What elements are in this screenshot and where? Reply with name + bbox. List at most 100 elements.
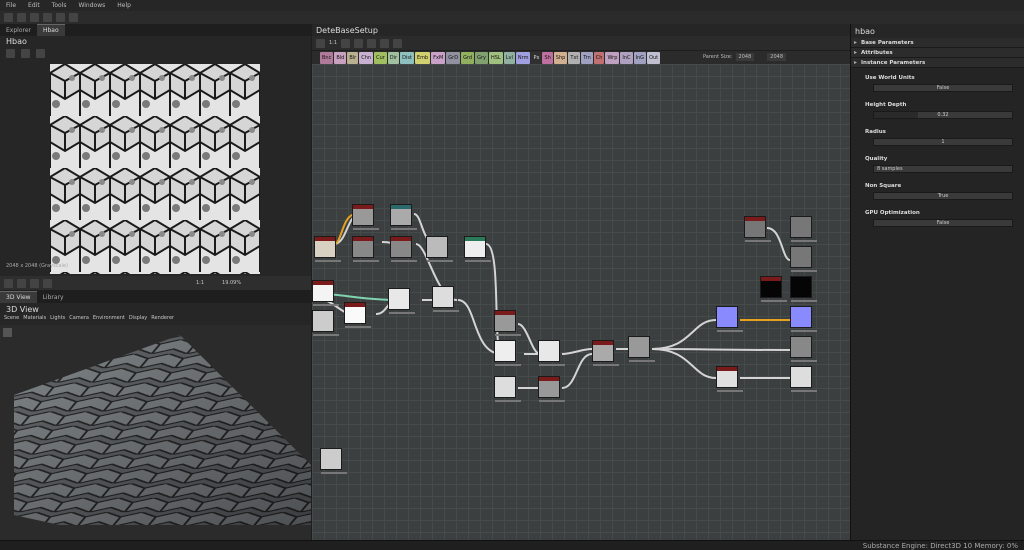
node-chip[interactable]: Sh xyxy=(542,51,553,64)
graph-node[interactable] xyxy=(538,376,565,402)
graph-node[interactable] xyxy=(790,336,817,362)
section-base-parameters[interactable]: Base Parameters xyxy=(851,38,1024,48)
node-chip[interactable]: Txt xyxy=(568,51,581,64)
graph-node[interactable] xyxy=(790,306,817,332)
graph-node[interactable] xyxy=(312,310,339,336)
graph-node[interactable] xyxy=(790,366,817,392)
graph-node[interactable] xyxy=(628,336,655,362)
graph-node[interactable] xyxy=(790,276,817,302)
graph-node[interactable] xyxy=(494,376,521,402)
grid-icon[interactable] xyxy=(17,278,26,288)
link-icon[interactable] xyxy=(367,38,377,48)
graph-node[interactable] xyxy=(344,302,371,328)
alpha-icon[interactable] xyxy=(30,278,39,288)
param-radius[interactable]: 1 xyxy=(873,138,1013,146)
node-chip[interactable]: Wrp xyxy=(605,51,620,64)
menu-camera[interactable]: Camera xyxy=(69,315,89,323)
size-select[interactable]: 2048 xyxy=(767,53,787,61)
menu-materials[interactable]: Materials xyxy=(23,315,46,323)
image-icon[interactable] xyxy=(6,49,15,58)
node-chip[interactable]: HSL xyxy=(488,51,503,64)
param-gpu-optimization[interactable]: False xyxy=(873,219,1013,227)
node-chip[interactable]: Shp xyxy=(553,51,568,64)
camera-tool-icon[interactable] xyxy=(3,328,12,337)
node-chip[interactable]: GrD xyxy=(446,51,461,64)
node-chip[interactable]: Out xyxy=(647,51,661,64)
tab-explorer[interactable]: Explorer xyxy=(0,25,37,36)
graph-node[interactable] xyxy=(744,216,771,242)
node-chip[interactable]: Cur xyxy=(374,51,387,64)
graph-node[interactable] xyxy=(494,340,521,366)
menu-help[interactable]: Help xyxy=(117,2,131,9)
graph-node[interactable] xyxy=(464,236,491,262)
new-icon[interactable] xyxy=(4,13,13,22)
menu-lights[interactable]: Lights xyxy=(50,315,65,323)
fit-label[interactable]: 1:1 xyxy=(196,280,204,286)
menu-environment[interactable]: Environment xyxy=(93,315,125,323)
save-icon[interactable] xyxy=(30,13,39,22)
node-chip[interactable]: Dir xyxy=(387,51,400,64)
graph-node[interactable] xyxy=(760,276,787,302)
graph-node[interactable] xyxy=(790,216,817,242)
save-all-icon[interactable] xyxy=(43,13,52,22)
menu-tools[interactable]: Tools xyxy=(52,2,67,9)
graph-node[interactable] xyxy=(592,340,619,366)
node-chip[interactable]: Bnc xyxy=(320,51,334,64)
menu-renderer[interactable]: Renderer xyxy=(151,315,174,323)
param-non-square[interactable]: True xyxy=(873,192,1013,200)
node-graph-canvas[interactable] xyxy=(312,64,850,540)
export-icon[interactable] xyxy=(36,49,45,58)
settings-icon[interactable] xyxy=(393,38,403,48)
node-chip[interactable]: Nrm xyxy=(515,51,531,64)
graph-node[interactable] xyxy=(432,286,459,312)
zoom-label[interactable]: 19.09% xyxy=(222,280,241,286)
node-chip[interactable]: Lvl xyxy=(503,51,515,64)
undo-icon[interactable] xyxy=(56,13,65,22)
node-chip[interactable]: Chn xyxy=(359,51,374,64)
frame-icon[interactable] xyxy=(316,38,325,48)
graph-node[interactable] xyxy=(538,340,565,366)
node-chip[interactable]: InG xyxy=(633,51,647,64)
graph-node[interactable] xyxy=(426,236,453,262)
section-instance-parameters[interactable]: Instance Parameters xyxy=(851,58,1024,68)
graph-node[interactable] xyxy=(390,204,417,230)
graph-node[interactable] xyxy=(352,204,379,230)
param-height-depth[interactable]: 0.32 xyxy=(873,111,1013,119)
node-chip[interactable]: Trn xyxy=(581,51,593,64)
node-chip[interactable]: Ch xyxy=(593,51,605,64)
parent-size-select[interactable]: 2048 xyxy=(735,53,755,61)
graph-node[interactable] xyxy=(352,236,379,262)
graph-node[interactable] xyxy=(388,288,415,314)
node-chip[interactable]: Emb xyxy=(414,51,431,64)
view-3d-viewport[interactable] xyxy=(0,325,311,540)
node-chip[interactable]: Dist xyxy=(400,51,414,64)
graph-node[interactable] xyxy=(716,366,743,392)
graph-node[interactable] xyxy=(716,306,743,332)
node-chip[interactable]: Grd xyxy=(461,51,475,64)
section-attributes[interactable]: Attributes xyxy=(851,48,1024,58)
tile-icon[interactable] xyxy=(43,278,52,288)
menu-file[interactable]: File xyxy=(6,2,16,9)
menu-edit[interactable]: Edit xyxy=(28,2,40,9)
node-chip[interactable]: Bld xyxy=(334,51,347,64)
node-chip[interactable]: Blr xyxy=(347,51,359,64)
graph-node[interactable] xyxy=(320,448,347,474)
open-icon[interactable] xyxy=(17,13,26,22)
tab-3d-view[interactable]: 3D View xyxy=(0,291,37,303)
tab-hbao[interactable]: Hbao xyxy=(36,24,65,36)
node-chip[interactable]: Gry xyxy=(475,51,488,64)
tab-library[interactable]: Library xyxy=(37,292,70,303)
param-use-world-units[interactable]: False xyxy=(873,84,1013,92)
node-chip[interactable]: InC xyxy=(620,51,633,64)
graph-node[interactable] xyxy=(790,246,817,272)
graph-node[interactable] xyxy=(314,236,341,262)
graph-node[interactable] xyxy=(390,236,417,262)
channel-icon[interactable] xyxy=(4,278,13,288)
menu-windows[interactable]: Windows xyxy=(78,2,105,9)
node-chip[interactable]: Px xyxy=(531,51,542,64)
node-chip[interactable]: FxM xyxy=(431,51,446,64)
menu-scene[interactable]: Scene xyxy=(4,315,19,323)
graph-node[interactable] xyxy=(494,310,521,336)
zoom-icon[interactable] xyxy=(354,38,364,48)
align-icon[interactable] xyxy=(341,38,351,48)
